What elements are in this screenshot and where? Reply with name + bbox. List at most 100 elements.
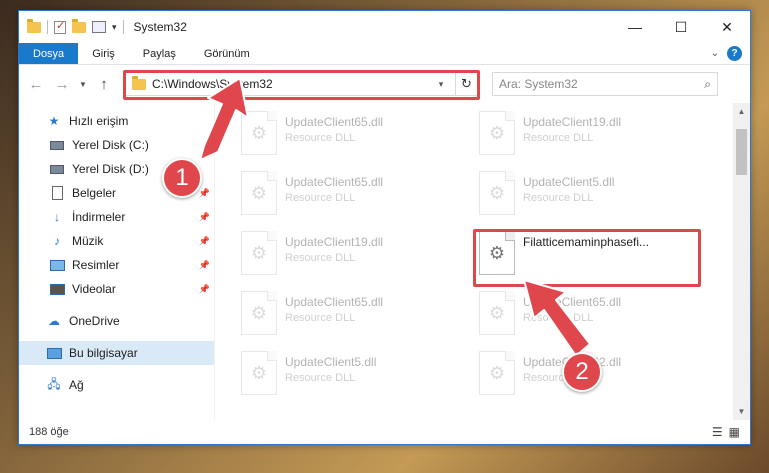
sidebar-item-label: Resimler [72, 258, 120, 272]
dll-file-icon: ⚙ [479, 171, 515, 215]
maximize-button[interactable]: ☐ [658, 11, 704, 43]
address-path[interactable]: C:\Windows\System32 [152, 77, 427, 91]
tab-gorunum[interactable]: Görünüm [190, 43, 264, 64]
vertical-scrollbar[interactable]: ▲ ▼ [733, 103, 750, 420]
address-dropdown-icon[interactable]: ▾ [433, 79, 449, 90]
file-item[interactable]: ⚙ UpdateClient65.dll Resource DLL [241, 291, 461, 341]
properties-check-icon[interactable] [54, 19, 66, 34]
navigation-pane: ★ Hızlı erişim Yerel Disk (C:) Yerel Dis… [19, 103, 214, 420]
main-area: ★ Hızlı erişim Yerel Disk (C:) Yerel Dis… [19, 103, 750, 420]
divider [122, 20, 124, 34]
sidebar-item-downloads[interactable]: ↓ İndirmeler 📌 [19, 205, 214, 229]
folder-icon [27, 18, 41, 33]
sidebar-item-this-pc[interactable]: Bu bilgisayar [19, 341, 214, 365]
dll-file-icon: ⚙ [479, 291, 515, 335]
file-name: UpdateClient5.dll [523, 175, 615, 189]
pin-icon[interactable]: 📌 [199, 260, 210, 271]
title-bar: ▾ System32 — ☐ ✕ [19, 11, 750, 43]
file-item[interactable]: ⚙ UpdateClient19.dll Resource DLL [479, 111, 699, 161]
large-icons-view-icon[interactable]: ▦ [729, 425, 740, 439]
file-item[interactable]: ⚙ UpdateClient5.dll Resource DLL [241, 351, 461, 401]
file-name: UpdateClient65.dll [285, 295, 384, 309]
tab-giris[interactable]: Giriş [78, 43, 129, 64]
disk-icon [49, 137, 65, 153]
sidebar-item-quick-access[interactable]: ★ Hızlı erişim [19, 109, 214, 133]
explorer-window: ▾ System32 — ☐ ✕ Dosya Giriş Paylaş Görü… [18, 10, 751, 445]
videos-icon [49, 281, 65, 297]
scroll-down-icon[interactable]: ▼ [733, 403, 750, 420]
file-item[interactable]: ⚙ UpdateClient65.dll Resource DLL [241, 111, 461, 161]
dll-file-icon: ⚙ [241, 291, 277, 335]
rename-icon[interactable] [92, 21, 106, 33]
scrollbar-thumb[interactable] [736, 129, 747, 175]
pin-icon[interactable]: 📌 [199, 236, 210, 247]
gears-file-icon: ⚙ [479, 231, 515, 275]
pin-icon[interactable]: 📌 [199, 188, 210, 199]
file-item[interactable]: ⚙ UpdateClient65.dll Resource DLL [241, 171, 461, 221]
file-item[interactable]: ⚙ UpdateClient5.dll Resource DLL [479, 171, 699, 221]
new-folder-icon[interactable] [72, 18, 86, 33]
navigation-bar: ← → ▼ ↑ C:\Windows\System32 ▾ ↻ Ara: Sys… [19, 65, 750, 103]
quick-access-toolbar: ▾ [27, 18, 117, 34]
file-list: ⚙ UpdateClient65.dll Resource DLL ⚙ Upda… [214, 103, 750, 420]
sidebar-item-disk-c[interactable]: Yerel Disk (C:) [19, 133, 214, 157]
help-icon[interactable]: ? [727, 46, 742, 61]
dll-file-icon: ⚙ [241, 171, 277, 215]
star-icon: ★ [48, 114, 60, 128]
ribbon-tabs: Dosya Giriş Paylaş Görünüm ⌄ ? [19, 43, 750, 65]
window-controls: — ☐ ✕ [612, 11, 750, 43]
tab-dosya[interactable]: Dosya [19, 43, 79, 64]
file-type: Resource DLL [285, 252, 356, 264]
expand-ribbon-chevron-icon[interactable]: ⌄ [711, 48, 719, 59]
ribbon-controls: ⌄ ? [711, 43, 750, 64]
recent-locations-chevron-icon[interactable]: ▼ [77, 80, 89, 89]
dll-file-icon: ⚙ [479, 351, 515, 395]
document-icon [49, 185, 65, 201]
file-name: UpdateClient5.dll [285, 355, 377, 369]
address-bar[interactable]: C:\Windows\System32 ▾ ↻ [123, 70, 480, 100]
file-name: UpdateClient19.dll [285, 235, 384, 249]
close-button[interactable]: ✕ [704, 11, 750, 43]
search-box[interactable]: Ara: System32 ⌕ [492, 72, 718, 96]
refresh-icon[interactable]: ↻ [455, 73, 477, 95]
details-view-icon[interactable]: ☰ [712, 425, 723, 439]
pin-icon[interactable]: 📌 [199, 284, 210, 295]
sidebar-item-label: Videolar [72, 282, 116, 296]
file-name: UpdateClient65.dll [523, 295, 622, 309]
sidebar-item-music[interactable]: ♪ Müzik 📌 [19, 229, 214, 253]
sidebar-item-pictures[interactable]: Resimler 📌 [19, 253, 214, 277]
file-item[interactable]: ⚙ UpdateClient19.dll Resource DLL [241, 231, 461, 281]
search-placeholder[interactable]: Ara: System32 [499, 77, 704, 91]
tab-paylas[interactable]: Paylaş [129, 43, 190, 64]
item-count: 188 öğe [29, 426, 69, 438]
dll-file-icon: ⚙ [241, 231, 277, 275]
disk-icon [49, 161, 65, 177]
file-item[interactable]: ⚙ UpdateClient65.dll Resource DLL [479, 291, 699, 341]
up-arrow-icon[interactable]: ↑ [93, 76, 115, 93]
back-arrow-icon[interactable]: ← [25, 76, 47, 93]
sidebar-item-label: Hızlı erişim [69, 114, 129, 128]
network-icon: 🖧 [47, 376, 61, 391]
sidebar-item-network[interactable]: 🖧 Ağ [19, 373, 214, 397]
sidebar-item-onedrive[interactable]: ☁ OneDrive [19, 309, 214, 333]
file-item-selected[interactable]: ⚙ Filatticemaminphasefi... [479, 231, 699, 281]
pictures-icon [49, 257, 65, 273]
dll-file-icon: ⚙ [479, 111, 515, 155]
dll-file-icon: ⚙ [241, 111, 277, 155]
computer-icon [46, 345, 62, 361]
forward-arrow-icon[interactable]: → [51, 76, 73, 93]
sidebar-item-label: Ağ [69, 378, 84, 392]
scroll-up-icon[interactable]: ▲ [733, 103, 750, 120]
file-name: UpdateClient19.dll [523, 115, 622, 129]
file-type: Resource DLL [523, 132, 594, 144]
divider [47, 20, 48, 34]
music-icon: ♪ [54, 234, 60, 248]
view-buttons: ☰ ▦ [712, 425, 750, 439]
sidebar-item-label: İndirmeler [72, 210, 126, 224]
sidebar-item-label: Yerel Disk (C:) [72, 138, 149, 152]
minimize-button[interactable]: — [612, 11, 658, 43]
sidebar-item-videos[interactable]: Videolar 📌 [19, 277, 214, 301]
customize-toolbar-icon[interactable]: ▾ [112, 22, 117, 33]
search-icon[interactable]: ⌕ [704, 77, 711, 92]
pin-icon[interactable]: 📌 [199, 212, 210, 223]
